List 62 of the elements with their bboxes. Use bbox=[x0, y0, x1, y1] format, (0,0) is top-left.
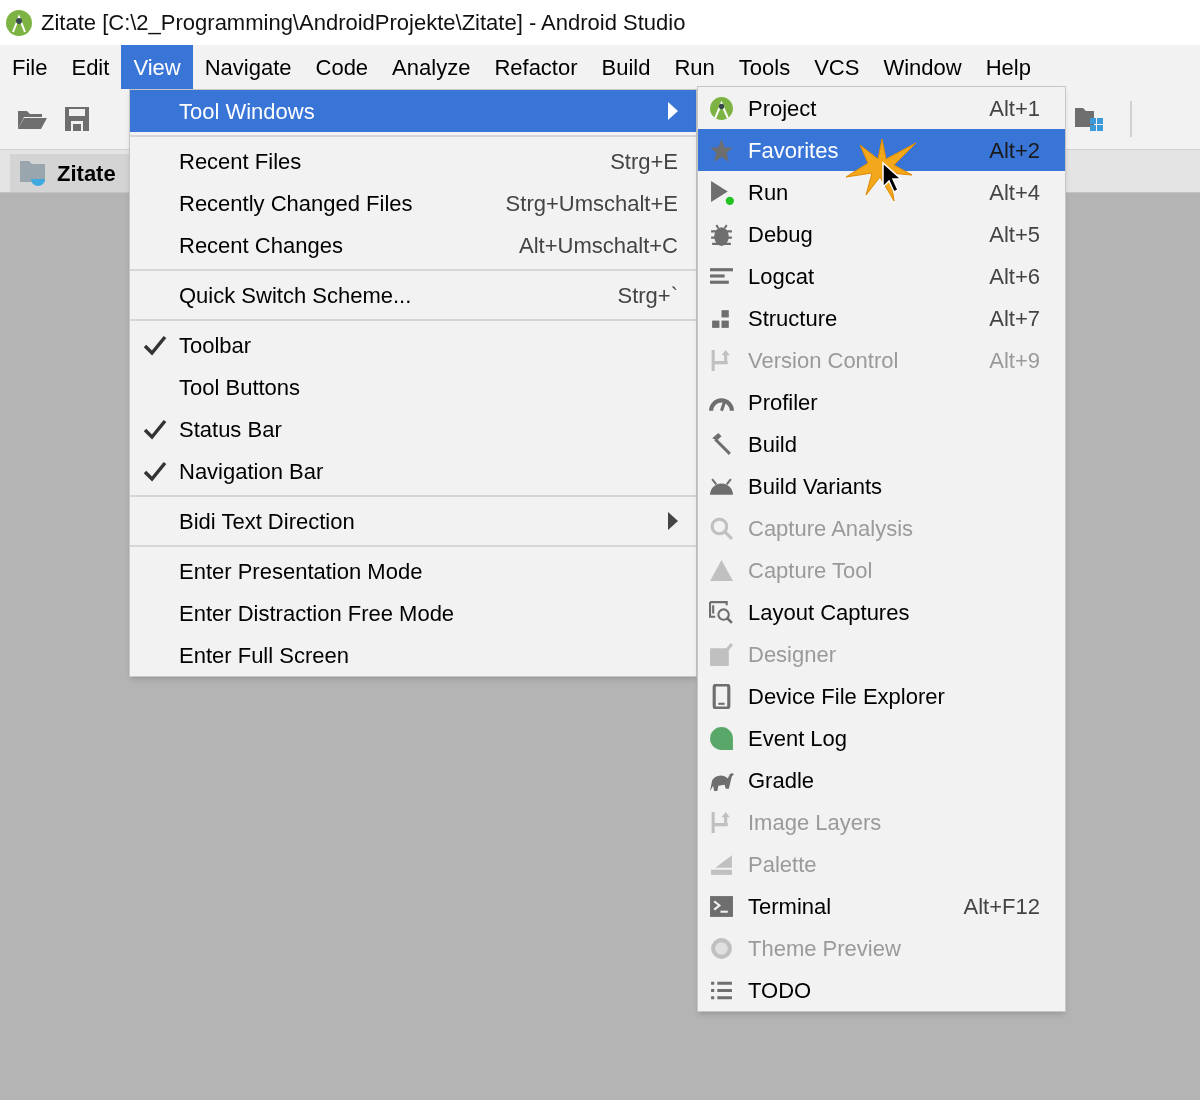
checkmark-icon bbox=[142, 460, 167, 482]
menu-entry[interactable]: Tool Buttons bbox=[130, 366, 696, 408]
menu-entry[interactable]: Navigation Bar bbox=[130, 450, 696, 492]
menu-item[interactable]: VCS bbox=[802, 45, 872, 89]
menu-entry[interactable]: Recent Files Strg+E bbox=[130, 140, 696, 182]
menu-entry[interactable]: Logcat Alt+6 bbox=[698, 255, 1065, 297]
project-structure-icon[interactable] bbox=[1074, 106, 1104, 132]
editor-tab[interactable]: Zitate bbox=[10, 154, 130, 192]
menu-entry[interactable]: Toolbar bbox=[130, 324, 696, 366]
menu-entry[interactable]: Quick Switch Scheme... Strg+` bbox=[130, 274, 696, 316]
checkmark-icon bbox=[142, 334, 167, 356]
menu-entry[interactable]: Project Alt+1 bbox=[698, 87, 1065, 129]
star-icon bbox=[709, 137, 734, 163]
window-magnifier-icon bbox=[709, 599, 734, 625]
menu-item[interactable]: Build bbox=[589, 45, 663, 89]
android-logo-icon bbox=[709, 95, 734, 121]
grid-pencil-icon bbox=[709, 641, 734, 667]
play-icon bbox=[709, 179, 734, 205]
window-title: Zitate [C:\2_Programming\AndroidProjekte\Zitate] - Android Studio bbox=[41, 9, 686, 37]
menu-item[interactable]: Navigate bbox=[192, 45, 304, 89]
menu-item[interactable]: Analyze bbox=[380, 45, 483, 89]
menu-entry[interactable]: TODO bbox=[698, 969, 1065, 1011]
terminal-icon bbox=[709, 893, 734, 919]
submenu-arrow-icon bbox=[668, 512, 678, 530]
cursor-starburst-icon bbox=[846, 137, 918, 203]
menu-item[interactable]: Tools bbox=[726, 45, 803, 89]
save-icon[interactable] bbox=[64, 106, 90, 132]
menu-entry[interactable]: Build Variants bbox=[698, 465, 1065, 507]
checkmark-icon bbox=[142, 418, 167, 440]
menu-item[interactable]: Edit bbox=[59, 45, 122, 89]
menu-entry[interactable]: Recent Changes Alt+Umschalt+C bbox=[130, 224, 696, 266]
menu-item[interactable]: File bbox=[0, 45, 60, 89]
menu-entry[interactable]: Enter Distraction Free Mode bbox=[130, 592, 696, 634]
menu-entry[interactable]: Status Bar bbox=[130, 408, 696, 450]
menu-entry[interactable]: Event Log bbox=[698, 717, 1065, 759]
menu-entry[interactable]: Debug Alt+5 bbox=[698, 213, 1065, 255]
menu-item[interactable]: View bbox=[121, 45, 193, 89]
menu-item[interactable]: Run bbox=[662, 45, 727, 89]
menu-item[interactable]: Help bbox=[973, 45, 1043, 89]
menu-entry[interactable]: Structure Alt+7 bbox=[698, 297, 1065, 339]
menu-entry[interactable]: Enter Full Screen bbox=[130, 634, 696, 676]
menu-entry[interactable]: Recently Changed Files Strg+Umschalt+E bbox=[130, 182, 696, 224]
menu-entry[interactable]: Build bbox=[698, 423, 1065, 465]
menu-item[interactable]: Refactor bbox=[482, 45, 590, 89]
menu-entry[interactable]: Tool Windows bbox=[130, 90, 696, 132]
circle-icon bbox=[709, 935, 734, 961]
menu-entry[interactable]: Terminal Alt+F12 bbox=[698, 885, 1065, 927]
magnifier-icon bbox=[709, 515, 734, 541]
menu-entry[interactable]: Profiler bbox=[698, 381, 1065, 423]
menu-item[interactable]: Window bbox=[871, 45, 974, 89]
submenu-arrow-icon bbox=[668, 102, 678, 120]
menu-entry[interactable]: Gradle bbox=[698, 759, 1065, 801]
menu-entry[interactable]: Bidi Text Direction bbox=[130, 500, 696, 542]
android-studio-logo-icon bbox=[5, 8, 33, 37]
menu-entry[interactable]: Favorites Alt+2 bbox=[698, 129, 1065, 171]
menu-entry[interactable]: Layout Captures bbox=[698, 591, 1065, 633]
menu-entry[interactable]: Device File Explorer bbox=[698, 675, 1065, 717]
speech-bubble-icon bbox=[709, 725, 734, 751]
warning-triangle-icon bbox=[709, 557, 734, 583]
menu-entry[interactable]: Enter Presentation Mode bbox=[130, 550, 696, 592]
menu-item[interactable]: Code bbox=[303, 45, 381, 89]
menu-entry[interactable]: Run Alt+4 bbox=[698, 171, 1065, 213]
